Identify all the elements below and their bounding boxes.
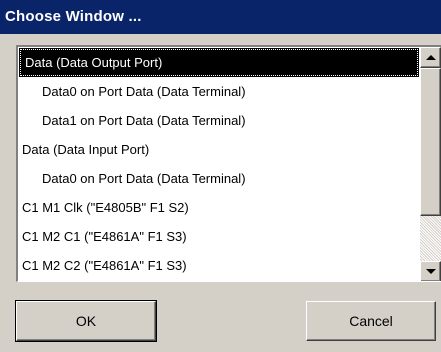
scroll-down-button[interactable] [420, 261, 441, 281]
list-item-c1-m2-c1[interactable]: C1 M2 C1 ("E4861A" F1 S3) [19, 222, 419, 251]
window-listbox[interactable]: Data (Data Output Port) Data0 on Port Da… [16, 45, 441, 282]
down-arrow-icon [426, 269, 436, 274]
scrollbar-thumb[interactable] [420, 68, 441, 216]
list-item-c1-m1-clk[interactable]: C1 M1 Clk ("E4805B" F1 S2) [19, 193, 419, 222]
up-arrow-icon [426, 55, 436, 60]
list-item-data0-input-terminal[interactable]: Data0 on Port Data (Data Terminal) [19, 164, 419, 193]
dialog-title: Choose Window ... [0, 0, 441, 34]
ok-button[interactable]: OK [15, 300, 157, 342]
window-list: Data (Data Output Port) Data0 on Port Da… [19, 48, 419, 280]
list-item-data1-terminal[interactable]: Data1 on Port Data (Data Terminal) [19, 106, 419, 135]
vertical-scrollbar[interactable] [420, 47, 441, 281]
scroll-up-button[interactable] [420, 47, 441, 68]
cancel-button[interactable]: Cancel [306, 301, 436, 341]
list-item-data-input-port[interactable]: Data (Data Input Port) [19, 135, 419, 164]
choose-window-dialog: Choose Window ... Data (Data Output Port… [0, 0, 441, 352]
list-item-c1-m2-c2[interactable]: C1 M2 C2 ("E4861A" F1 S3) [19, 251, 419, 280]
list-item-data0-terminal[interactable]: Data0 on Port Data (Data Terminal) [19, 77, 419, 106]
list-item-data-output-port[interactable]: Data (Data Output Port) [19, 48, 419, 77]
